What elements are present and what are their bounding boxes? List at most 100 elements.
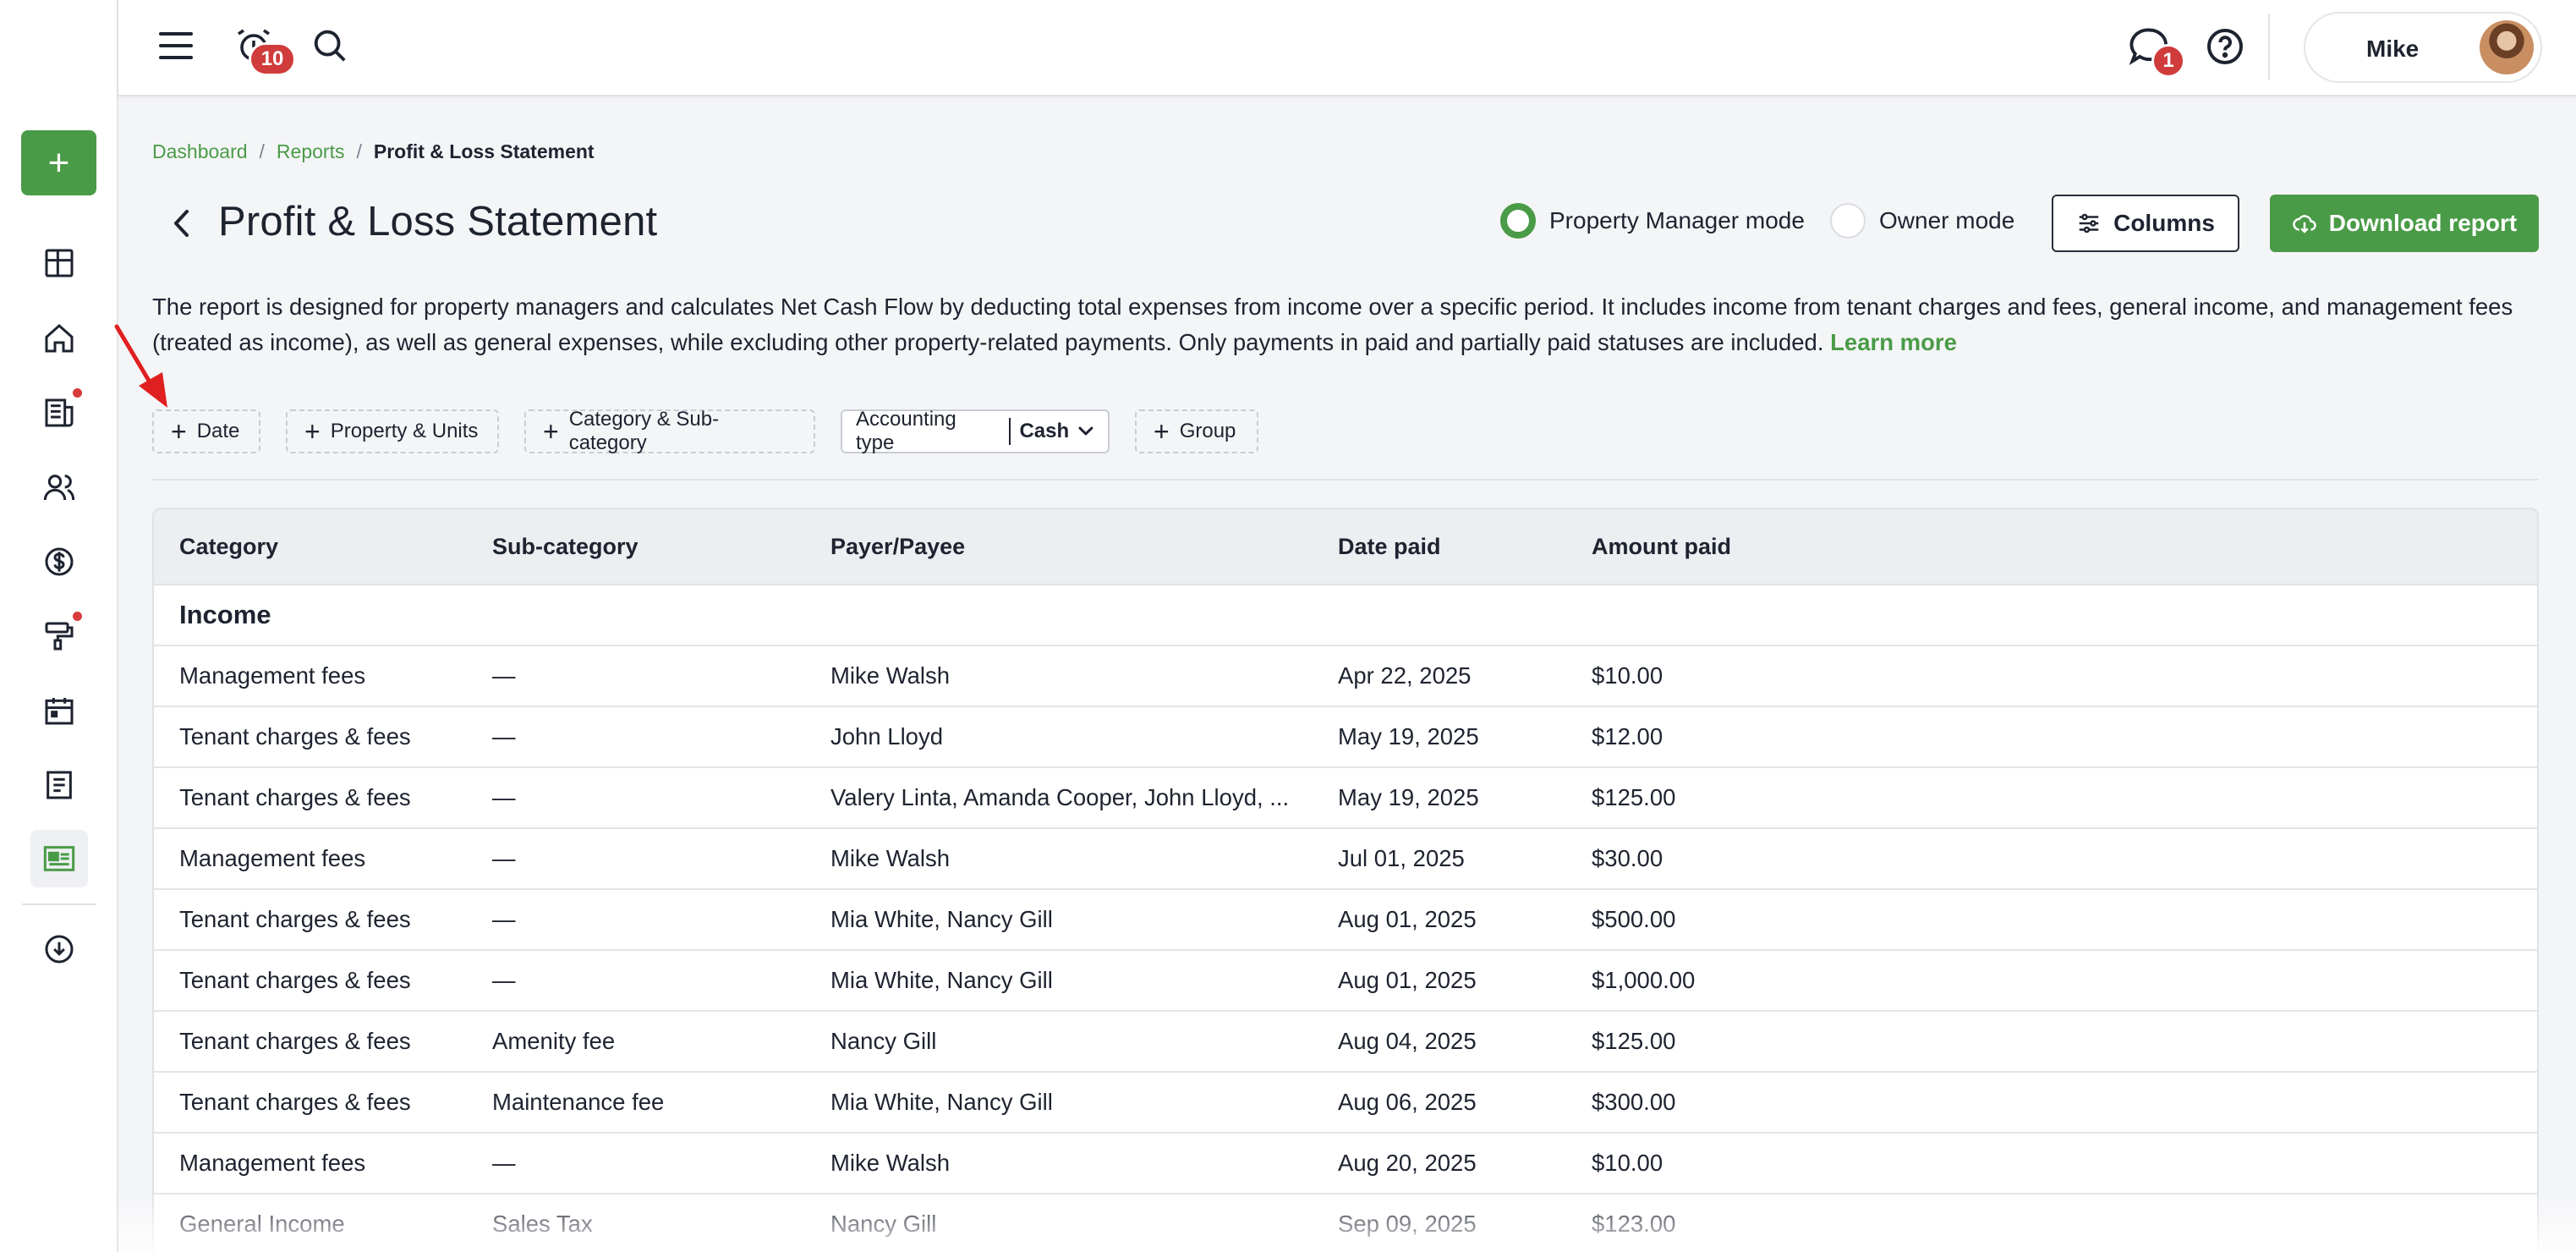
- calendar-icon: [45, 698, 74, 725]
- category-filter[interactable]: + Category & Sub-category: [524, 408, 815, 454]
- owner-mode-option[interactable]: Owner mode: [1830, 203, 2014, 239]
- property-units-filter-label: Property & Units: [330, 420, 479, 442]
- chevron-down-icon: [1078, 426, 1093, 436]
- sidebar: +: [0, 0, 118, 1252]
- search-button[interactable]: [310, 25, 350, 66]
- header-payer-payee[interactable]: Payer/Payee: [830, 509, 965, 584]
- cell-sub-category: —: [492, 967, 516, 993]
- cell-date-paid: Aug 20, 2025: [1338, 1150, 1477, 1176]
- menu-button[interactable]: [156, 25, 196, 66]
- table-row[interactable]: Management fees — Mike Walsh Aug 20, 202…: [154, 1134, 2537, 1194]
- cell-category: Tenant charges & fees: [179, 1028, 411, 1054]
- paint-roller-icon: [45, 622, 74, 651]
- cell-amount-paid: $12.00: [1592, 723, 1663, 750]
- page-title: Profit & Loss Statement: [218, 199, 658, 244]
- messages-badge: 1: [2151, 44, 2185, 78]
- hamburger-menu-icon: [159, 32, 193, 59]
- plus-icon: +: [1154, 416, 1170, 447]
- sidebar-item-documents[interactable]: [30, 756, 88, 814]
- document-icon: [47, 771, 72, 799]
- header-amount-paid[interactable]: Amount paid: [1592, 509, 1731, 584]
- maintenance-notification-dot: [73, 612, 82, 621]
- cell-amount-paid: $125.00: [1592, 1028, 1676, 1054]
- question-circle-icon: [2207, 29, 2243, 64]
- sidebar-item-downloads[interactable]: [30, 920, 88, 978]
- cell-date-paid: Apr 22, 2025: [1338, 662, 1472, 689]
- cell-payer-payee: Mike Walsh: [830, 845, 951, 871]
- cell-amount-paid: $500.00: [1592, 906, 1676, 932]
- columns-label: Columns: [2113, 210, 2215, 236]
- help-button[interactable]: [2202, 24, 2248, 69]
- home-icon: [45, 323, 74, 353]
- table-row[interactable]: Tenant charges & fees — Valery Linta, Am…: [154, 768, 2537, 829]
- sidebar-item-reports[interactable]: [30, 830, 88, 887]
- cell-amount-paid: $30.00: [1592, 845, 1663, 871]
- breadcrumb-separator: /: [356, 140, 362, 162]
- learn-more-link[interactable]: Learn more: [1830, 329, 1957, 355]
- user-menu[interactable]: Mike: [2304, 12, 2542, 83]
- group-filter[interactable]: + Group: [1135, 409, 1258, 453]
- cell-date-paid: May 19, 2025: [1338, 723, 1479, 750]
- download-report-label: Download report: [2328, 210, 2518, 236]
- table-row[interactable]: Tenant charges & fees — John Lloyd May 1…: [154, 707, 2537, 768]
- accounting-type-value: Cash: [1019, 420, 1070, 442]
- plus-icon: +: [543, 416, 559, 447]
- sidebar-item-dashboard[interactable]: [30, 234, 88, 292]
- date-filter[interactable]: + Date: [152, 409, 260, 453]
- cell-sub-category: Amenity fee: [492, 1028, 616, 1054]
- table-row[interactable]: Tenant charges & fees Amenity fee Nancy …: [154, 1012, 2537, 1073]
- breadcrumb-reports[interactable]: Reports: [277, 140, 345, 163]
- cell-payer-payee: Mia White, Nancy Gill: [830, 1089, 1053, 1115]
- notifications-badge: 10: [249, 42, 296, 76]
- owner-mode-radio[interactable]: [1830, 203, 1866, 239]
- table-row[interactable]: Management fees — Mike Walsh Apr 22, 202…: [154, 646, 2537, 707]
- cell-sub-category: —: [492, 662, 516, 689]
- avatar: [2480, 20, 2534, 74]
- sidebar-item-accounting[interactable]: [30, 533, 88, 590]
- topbar-divider: [2268, 14, 2270, 80]
- search-icon: [314, 30, 346, 62]
- cell-sub-category: —: [492, 723, 516, 750]
- property-manager-mode-radio[interactable]: [1500, 203, 1536, 239]
- cell-date-paid: Aug 04, 2025: [1338, 1028, 1477, 1054]
- cell-amount-paid: $10.00: [1592, 1150, 1663, 1176]
- dashboard-icon: [45, 249, 74, 277]
- report-icon: [43, 846, 75, 871]
- breadcrumb: Dashboard / Reports / Profit & Loss Stat…: [152, 140, 595, 163]
- cell-payer-payee: Nancy Gill: [830, 1028, 937, 1054]
- cell-category: Management fees: [179, 845, 366, 871]
- columns-button[interactable]: Columns: [2052, 195, 2239, 252]
- annotation-arrow-icon: [114, 324, 167, 408]
- sidebar-divider: [22, 903, 96, 905]
- sidebar-item-people[interactable]: [30, 459, 88, 516]
- download-report-button[interactable]: Download report: [2270, 195, 2539, 252]
- sidebar-item-calendar[interactable]: [30, 682, 88, 739]
- table-row[interactable]: Management fees — Mike Walsh Jul 01, 202…: [154, 829, 2537, 890]
- cell-category: Tenant charges & fees: [179, 967, 411, 993]
- cell-sub-category: —: [492, 1150, 516, 1176]
- cell-payer-payee: Mike Walsh: [830, 662, 951, 689]
- back-button[interactable]: [166, 206, 196, 240]
- cell-payer-payee: Mia White, Nancy Gill: [830, 967, 1053, 993]
- accounting-type-select[interactable]: Accounting type Cash: [841, 408, 1110, 454]
- breadcrumb-separator: /: [259, 140, 265, 162]
- table-row[interactable]: General Income Sales Tax Nancy Gill Sep …: [154, 1194, 2537, 1252]
- table-row[interactable]: Tenant charges & fees — Mia White, Nancy…: [154, 890, 2537, 951]
- breadcrumb-dashboard[interactable]: Dashboard: [152, 140, 248, 163]
- add-button[interactable]: +: [21, 130, 96, 195]
- cloud-download-icon: [2293, 215, 2316, 233]
- header-category[interactable]: Category: [179, 509, 278, 584]
- header-date-paid[interactable]: Date paid: [1338, 509, 1441, 584]
- property-manager-mode-option[interactable]: Property Manager mode: [1500, 203, 1805, 239]
- people-icon: [43, 475, 75, 501]
- table-row[interactable]: Tenant charges & fees Maintenance fee Mi…: [154, 1073, 2537, 1134]
- sidebar-item-properties[interactable]: [30, 310, 88, 367]
- group-row-income: Income: [154, 585, 2537, 646]
- cell-payer-payee: Valery Linta, Amanda Cooper, John Lloyd,…: [830, 784, 1290, 810]
- property-units-filter[interactable]: + Property & Units: [286, 409, 499, 453]
- header-sub-category[interactable]: Sub-category: [492, 509, 639, 584]
- table-row[interactable]: Tenant charges & fees — Mia White, Nancy…: [154, 951, 2537, 1012]
- cell-date-paid: Sep 09, 2025: [1338, 1211, 1477, 1237]
- filters-divider: [152, 479, 2539, 480]
- cell-payer-payee: Nancy Gill: [830, 1211, 937, 1237]
